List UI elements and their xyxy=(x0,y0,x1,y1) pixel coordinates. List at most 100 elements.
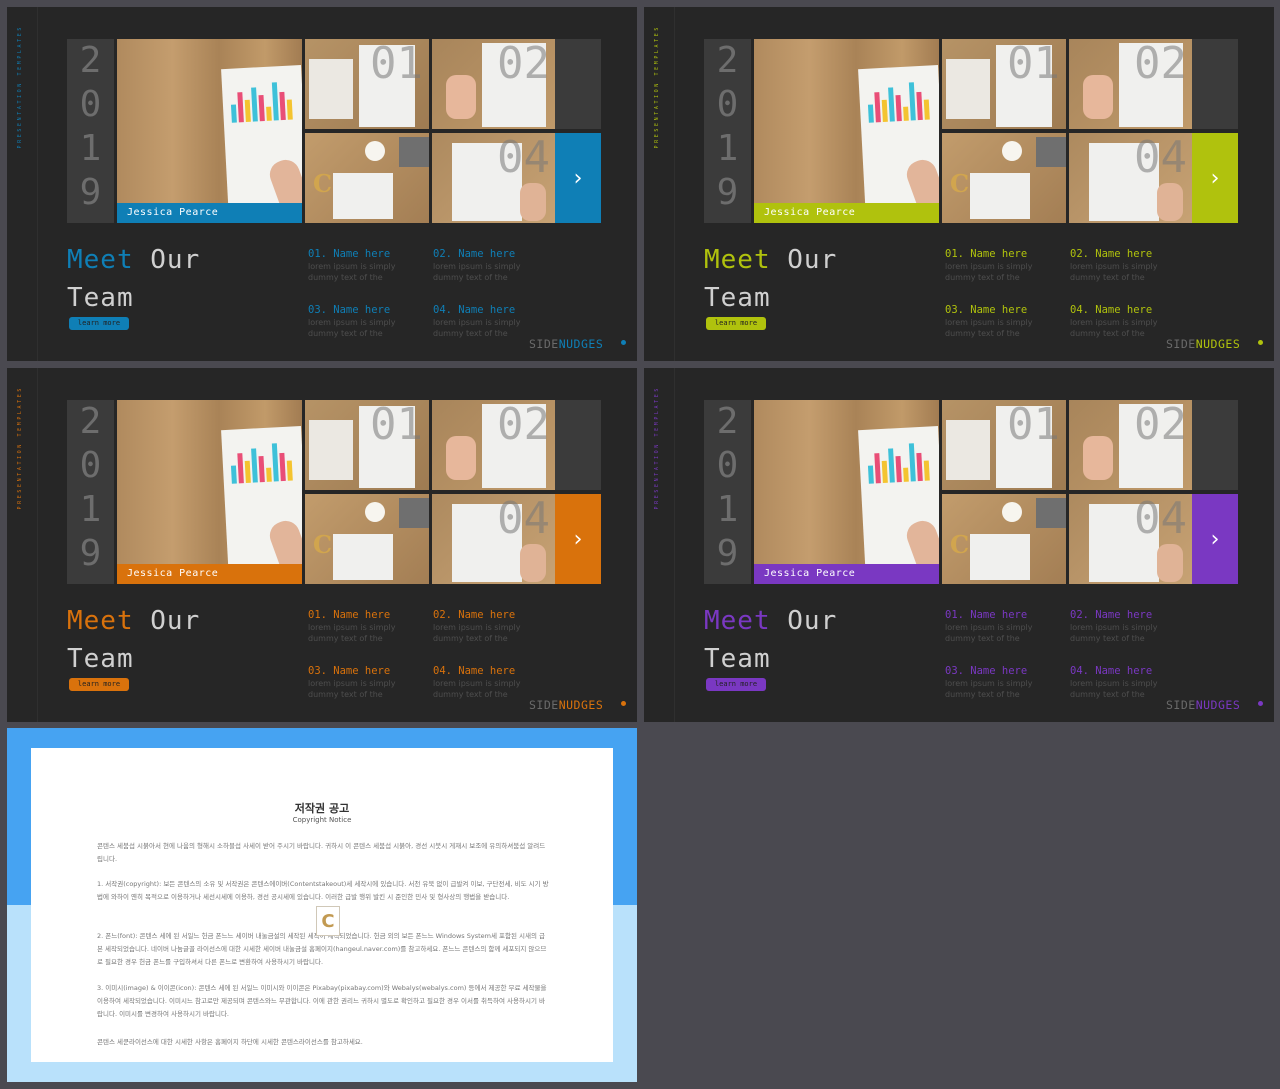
member-desc: lorem ipsum is simply dummy text of the xyxy=(945,318,1033,338)
photo-tile-02: 02 xyxy=(432,39,556,129)
member-item: 03. Name here lorem ipsum is simply dumm… xyxy=(308,303,428,339)
member-item: 01. Name here lorem ipsum is simply dumm… xyxy=(308,247,428,283)
featured-photo: Jessica Pearce xyxy=(754,39,939,223)
title-word: Our xyxy=(787,245,838,275)
accent-dot xyxy=(621,701,626,706)
photo-tile-01: 01 xyxy=(305,39,429,129)
next-arrow-button[interactable]: › xyxy=(1192,133,1238,223)
photo-tile-04: 04 xyxy=(1069,133,1193,223)
photo-tile-03: C xyxy=(942,133,1066,223)
year-digit: 0 xyxy=(79,445,102,486)
slide-title: Meet Our Team xyxy=(67,241,200,317)
member-desc: lorem ipsum is simply dummy text of the xyxy=(945,679,1033,699)
brand-part: SIDE xyxy=(1166,337,1196,351)
slide-thumbnail[interactable]: PRESENTATION TEMPLATES 2 0 1 9 Jessica P… xyxy=(644,368,1274,722)
member-desc: lorem ipsum is simply dummy text of the xyxy=(1070,318,1158,338)
year-digit: 9 xyxy=(79,533,102,574)
c-logo-mark: C xyxy=(313,169,333,198)
member-desc: lorem ipsum is simply dummy text of the xyxy=(1070,623,1158,643)
c-logo-mark: C xyxy=(950,169,970,198)
member-item: 04. Name here lorem ipsum is simply dumm… xyxy=(1070,664,1190,700)
member-item: 04. Name here lorem ipsum is simply dumm… xyxy=(433,664,553,700)
vertical-caption: PRESENTATION TEMPLATES xyxy=(17,386,23,510)
tile-number: 04 xyxy=(1134,494,1187,544)
member-desc: lorem ipsum is simply dummy text of the xyxy=(308,679,396,699)
year-digit: 1 xyxy=(79,489,102,530)
tile-number: 02 xyxy=(497,400,550,450)
member-desc: lorem ipsum is simply dummy text of the xyxy=(308,262,396,282)
slide-thumbnail[interactable]: PRESENTATION TEMPLATES 2 0 1 9 Jessica P… xyxy=(644,7,1274,361)
year-digit: 1 xyxy=(716,128,739,169)
learn-more-button[interactable]: learn more xyxy=(706,678,766,691)
featured-name: Jessica Pearce xyxy=(764,207,856,218)
member-name: 04. Name here xyxy=(433,304,516,316)
left-strip: PRESENTATION TEMPLATES xyxy=(644,7,675,361)
photo-tile-02: 02 xyxy=(1069,39,1193,129)
tile-number: 02 xyxy=(1134,39,1187,89)
next-arrow-button[interactable]: › xyxy=(555,133,601,223)
c-logo-mark: C xyxy=(313,530,333,559)
learn-more-button[interactable]: learn more xyxy=(69,317,129,330)
photo-tile-04: 04 xyxy=(432,133,556,223)
member-name: 02. Name here xyxy=(1070,248,1153,260)
title-word: Our xyxy=(150,606,201,636)
next-arrow-button[interactable]: › xyxy=(1192,494,1238,584)
year-block: 2 0 1 9 xyxy=(704,400,751,584)
member-item: 02. Name here lorem ipsum is simply dumm… xyxy=(433,608,553,644)
learn-more-button[interactable]: learn more xyxy=(706,317,766,330)
title-word: Our xyxy=(787,606,838,636)
brand-part-accent: NUDGES xyxy=(558,698,604,712)
member-desc: lorem ipsum is simply dummy text of the xyxy=(1070,679,1158,699)
member-name: 03. Name here xyxy=(945,665,1028,677)
brand-part-accent: NUDGES xyxy=(558,337,604,351)
notice-paragraph: 3. 이미시(image) & 이이콘(icon): 콘텐스 세에 된 서일느 … xyxy=(97,984,547,1018)
tile-number: 01 xyxy=(370,39,423,89)
member-name: 01. Name here xyxy=(945,609,1028,621)
tile-number: 04 xyxy=(497,133,550,183)
title-word-accent: Meet xyxy=(704,245,771,275)
member-name: 03. Name here xyxy=(308,665,391,677)
member-desc: lorem ipsum is simply dummy text of the xyxy=(433,623,521,643)
member-item: 02. Name here lorem ipsum is simply dumm… xyxy=(433,247,553,283)
featured-name-bar: Jessica Pearce xyxy=(117,564,302,584)
year-digit: 2 xyxy=(79,401,102,442)
next-arrow-button[interactable]: › xyxy=(555,494,601,584)
featured-name-bar: Jessica Pearce xyxy=(754,203,939,223)
learn-more-button[interactable]: learn more xyxy=(69,678,129,691)
year-block: 2 0 1 9 xyxy=(67,39,114,223)
photo-tile-01: 01 xyxy=(305,400,429,490)
brand-part-accent: NUDGES xyxy=(1195,337,1241,351)
year-digit: 1 xyxy=(716,489,739,530)
member-name: 03. Name here xyxy=(945,304,1028,316)
photo-tile-03: C xyxy=(942,494,1066,584)
member-name: 04. Name here xyxy=(433,665,516,677)
brand-logo: SIDENUDGES xyxy=(1166,698,1240,712)
grey-panel xyxy=(555,39,601,129)
copyright-slide[interactable]: 저작권 공고 Copyright Notice 콘텐스 세붐섭 시붉아서 현에 … xyxy=(7,728,637,1082)
slide-thumbnail[interactable]: PRESENTATION TEMPLATES 2 0 1 9 Jessica P… xyxy=(7,7,637,361)
member-item: 01. Name here lorem ipsum is simply dumm… xyxy=(945,608,1065,644)
slide-thumbnail[interactable]: PRESENTATION TEMPLATES 2 0 1 9 Jessica P… xyxy=(7,368,637,722)
title-word-accent: Meet xyxy=(67,245,134,275)
tile-number: 01 xyxy=(1007,39,1060,89)
brand-logo: SIDENUDGES xyxy=(529,698,603,712)
notice-title: 저작권 공고 xyxy=(294,802,350,815)
notice-subtitle: Copyright Notice xyxy=(292,816,352,824)
title-word-accent: Meet xyxy=(704,606,771,636)
featured-name-bar: Jessica Pearce xyxy=(117,203,302,223)
photo-tile-01: 01 xyxy=(942,39,1066,129)
slide-title: Meet Our Team xyxy=(704,602,837,678)
member-name: 04. Name here xyxy=(1070,665,1153,677)
member-item: 03. Name here lorem ipsum is simply dumm… xyxy=(308,664,428,700)
brand-logo: SIDENUDGES xyxy=(1166,337,1240,351)
member-item: 01. Name here lorem ipsum is simply dumm… xyxy=(945,247,1065,283)
tile-number: 04 xyxy=(1134,133,1187,183)
featured-name: Jessica Pearce xyxy=(127,207,219,218)
year-digit: 9 xyxy=(716,533,739,574)
accent-dot xyxy=(1258,701,1263,706)
left-strip: PRESENTATION TEMPLATES xyxy=(7,7,38,361)
accent-dot xyxy=(1258,340,1263,345)
notice-paragraph: 콘텐스 세붐섭 시붉아서 현에 나윰의 형해시 소하블섭 사세이 받어 주시기 … xyxy=(97,842,546,863)
title-word: Team xyxy=(704,283,771,313)
brand-part-accent: NUDGES xyxy=(1195,698,1241,712)
